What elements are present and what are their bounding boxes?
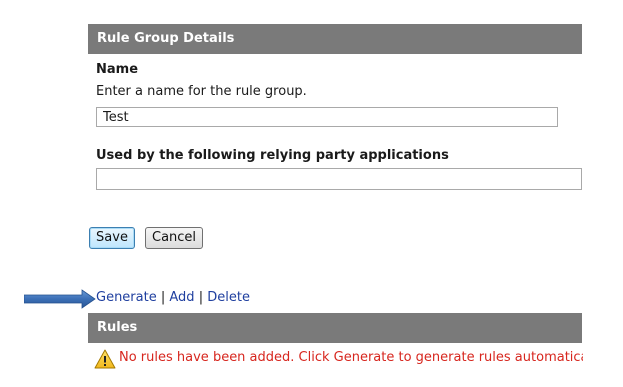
link-separator: | [198, 290, 204, 305]
name-hint: Enter a name for the rule group. [96, 84, 307, 99]
no-rules-warning: No rules have been added. Click Generate… [119, 350, 583, 365]
delete-link[interactable]: Delete [207, 290, 250, 305]
generate-link[interactable]: Generate [96, 290, 157, 305]
relying-party-input[interactable] [96, 168, 582, 190]
add-link[interactable]: Add [169, 290, 194, 305]
save-button[interactable]: Save [89, 227, 135, 249]
rule-group-details-header: Rule Group Details [88, 24, 582, 54]
rule-actions-links: Generate | Add | Delete [96, 290, 250, 305]
relying-party-label: Used by the following relying party appl… [96, 148, 449, 163]
rules-header: Rules [88, 313, 582, 343]
warning-icon [94, 349, 116, 369]
right-arrow-icon [24, 289, 96, 309]
name-label: Name [96, 62, 139, 77]
link-separator: | [160, 290, 166, 305]
cancel-button[interactable]: Cancel [145, 227, 203, 249]
name-input[interactable] [96, 107, 558, 127]
